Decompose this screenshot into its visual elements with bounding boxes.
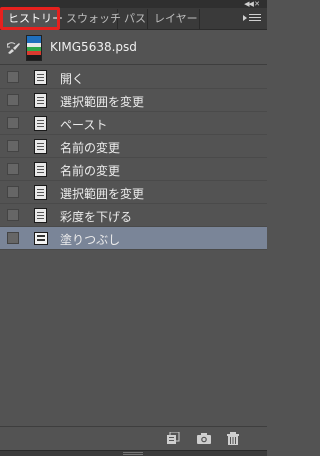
document-icon xyxy=(34,116,47,131)
history-state-label: 彩度を下げる xyxy=(60,210,133,224)
fill-icon xyxy=(34,232,48,245)
document-icon xyxy=(34,70,47,85)
history-source-checkbox[interactable] xyxy=(7,140,19,152)
history-state-label: 選択範囲を変更 xyxy=(60,95,145,109)
history-list: 開く 選択範囲を変更 ペースト 名前の変更 名前の変更 選択範囲を変更 彩度を下… xyxy=(0,66,267,250)
history-state-row[interactable]: 名前の変更 xyxy=(0,158,267,181)
history-snapshot-row[interactable]: KIMG5638.psd xyxy=(0,31,267,65)
tab-history[interactable]: ヒストリー xyxy=(0,7,63,30)
history-state-label: 開く xyxy=(60,72,85,86)
panel-menu-icon[interactable] xyxy=(243,12,261,24)
resize-grip-icon[interactable] xyxy=(123,452,143,455)
camera-icon[interactable] xyxy=(197,432,211,445)
panel-footer xyxy=(0,426,267,450)
history-state-row[interactable]: 選択範囲を変更 xyxy=(0,89,267,112)
document-icon xyxy=(34,139,47,154)
history-source-checkbox[interactable] xyxy=(7,209,19,221)
history-source-checkbox[interactable] xyxy=(7,163,19,175)
history-state-row[interactable]: 彩度を下げる xyxy=(0,204,267,227)
history-source-checkbox[interactable] xyxy=(7,117,19,129)
tab-layers[interactable]: レイヤー xyxy=(148,9,200,29)
history-state-label: 塗りつぶし xyxy=(60,233,121,247)
history-source-checkbox[interactable] xyxy=(7,94,19,106)
panel-tab-bar: ヒストリー スウォッチ パス レイヤー xyxy=(0,7,267,30)
trash-icon[interactable] xyxy=(226,432,240,445)
history-state-row[interactable]: ペースト xyxy=(0,112,267,135)
collapse-panel-icon[interactable]: ◀◀ ✕ xyxy=(244,0,260,8)
document-icon xyxy=(34,93,47,108)
document-icon xyxy=(34,162,47,177)
new-document-from-state-icon[interactable] xyxy=(166,432,180,445)
history-state-row-selected[interactable]: 塗りつぶし xyxy=(0,227,267,250)
tab-swatches[interactable]: スウォッチ xyxy=(60,9,121,29)
history-state-row[interactable]: 選択範囲を変更 xyxy=(0,181,267,204)
history-state-label: 名前の変更 xyxy=(60,164,121,178)
history-source-checkbox[interactable] xyxy=(7,71,19,83)
history-state-row[interactable]: 名前の変更 xyxy=(0,135,267,158)
panel-resize-bar[interactable] xyxy=(0,450,267,456)
history-source-checkbox[interactable] xyxy=(7,232,19,244)
document-icon xyxy=(34,208,47,223)
history-state-label: 選択範囲を変更 xyxy=(60,187,145,201)
document-icon xyxy=(34,185,47,200)
snapshot-thumbnail xyxy=(26,35,42,61)
history-source-checkbox[interactable] xyxy=(7,186,19,198)
tab-paths[interactable]: パス xyxy=(118,9,148,29)
snapshot-name: KIMG5638.psd xyxy=(50,40,137,54)
history-state-label: ペースト xyxy=(60,118,108,132)
history-state-label: 名前の変更 xyxy=(60,141,121,155)
history-brush-icon[interactable] xyxy=(7,42,21,54)
history-state-row[interactable]: 開く xyxy=(0,66,267,89)
